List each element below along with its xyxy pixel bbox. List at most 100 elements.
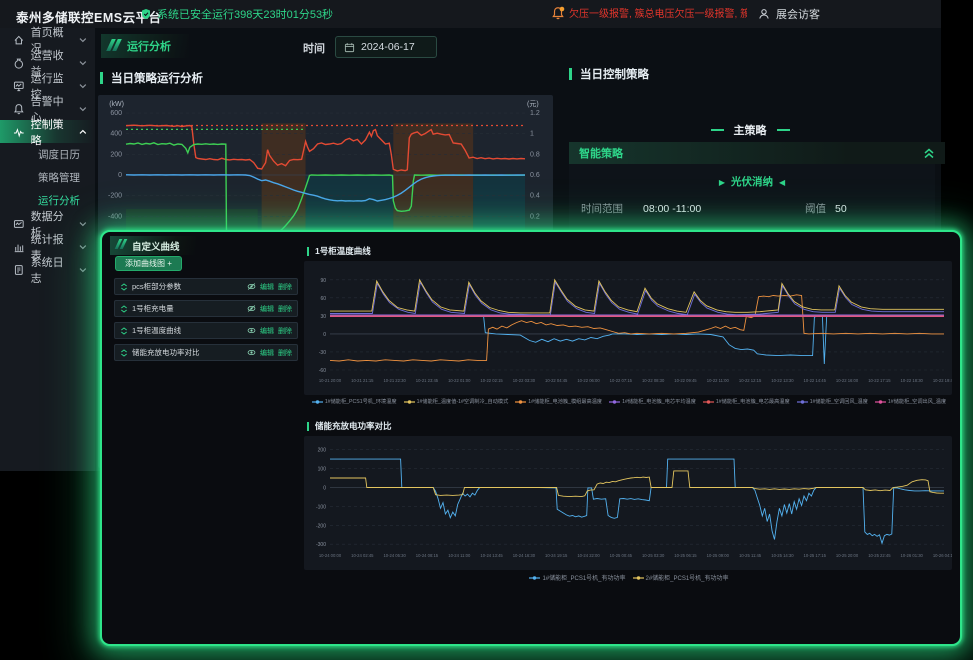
sidebar-item-控制策略[interactable]: 控制策略 bbox=[0, 120, 95, 143]
main-strategy-label: 主策略 bbox=[565, 122, 935, 138]
svg-text:0: 0 bbox=[323, 485, 326, 491]
curve-name: 储能充放电功率对比 bbox=[132, 347, 243, 358]
svg-text:10-21 23:45: 10-21 23:45 bbox=[416, 378, 439, 383]
svg-text:10-26 04:15: 10-26 04:15 bbox=[933, 553, 952, 558]
data-icon bbox=[13, 218, 25, 230]
delete-button[interactable]: 删除 bbox=[278, 304, 292, 314]
curve-list-item[interactable]: 1号柜温度曲线 编辑删除 bbox=[114, 322, 298, 339]
threshold-label: 阈值 bbox=[805, 201, 835, 216]
collapse-double-chevron-icon[interactable] bbox=[923, 148, 935, 159]
curve-name: 1号柜温度曲线 bbox=[132, 325, 243, 336]
title-accent-bar bbox=[100, 72, 103, 84]
drag-handle-icon[interactable] bbox=[120, 349, 128, 357]
legend-marker bbox=[515, 399, 526, 405]
svg-text:10-25 03:30: 10-25 03:30 bbox=[642, 553, 665, 558]
scrolling-alert-text[interactable]: 欠压一级报警, 簇总电压欠压一级报警, 簇SO bbox=[569, 5, 747, 20]
chevron-up-icon bbox=[79, 129, 87, 135]
delete-button[interactable]: 删除 bbox=[278, 282, 292, 292]
legend-item[interactable]: 1#储能柜_空调出风_温度 bbox=[875, 398, 946, 405]
top-bar: 泰州多储联控EMS云平台 系统已安全运行398天23时01分53秒 欠压一级报警… bbox=[0, 0, 941, 29]
shield-icon bbox=[140, 8, 152, 20]
legend-label: 1#储能柜_空调回风_温度 bbox=[810, 398, 868, 405]
svg-text:0.8: 0.8 bbox=[530, 151, 540, 158]
svg-text:-60: -60 bbox=[319, 368, 326, 374]
add-curve-chart-button[interactable]: 添加曲线图 + bbox=[115, 256, 182, 271]
tab-custom-curve[interactable]: 自定义曲线 bbox=[110, 236, 196, 255]
legend-item[interactable]: 1#储能柜_空调回风_温度 bbox=[797, 398, 868, 405]
curve-list-item[interactable]: 1号柜充电量 编辑删除 bbox=[114, 300, 298, 317]
sidebar-subitem-调度日历[interactable]: 调度日历 bbox=[0, 143, 95, 166]
triangle-right-icon: ▶ bbox=[719, 178, 725, 187]
alarm-area[interactable]: 欠压一级报警, 簇总电压欠压一级报警, 簇SO bbox=[551, 5, 747, 20]
svg-text:10-24 11:00: 10-24 11:00 bbox=[448, 553, 471, 558]
strategy-run-chart: 6001.240012000.800.6-2000.4-4000.2-6000(… bbox=[98, 95, 553, 245]
legend-item[interactable]: 1#储能柜_电池簇_电芯平均温度 bbox=[609, 398, 696, 405]
svg-text:10-24 00:00: 10-24 00:00 bbox=[319, 553, 342, 558]
eye-icon[interactable] bbox=[247, 348, 256, 357]
svg-text:200: 200 bbox=[110, 151, 122, 158]
edit-button[interactable]: 编辑 bbox=[260, 282, 274, 292]
report-icon bbox=[13, 241, 25, 253]
title-accent-bar bbox=[307, 247, 309, 256]
svg-text:-30: -30 bbox=[319, 350, 326, 356]
date-picker[interactable]: 2024-06-17 bbox=[335, 36, 437, 58]
power-chart-legend: 1#储能柜_PCS1号机_有功功率 2#储能柜_PCS1号机_有功功率 bbox=[304, 573, 954, 582]
time-label: 时间 bbox=[303, 40, 325, 56]
monitor-icon bbox=[13, 80, 25, 92]
delete-button[interactable]: 删除 bbox=[278, 326, 292, 336]
drag-handle-icon[interactable] bbox=[120, 305, 128, 313]
uptime-text: 系统已安全运行398天23时01分53秒 bbox=[157, 6, 333, 22]
eye-off-icon[interactable] bbox=[247, 304, 256, 313]
log-icon bbox=[13, 264, 25, 276]
eye-off-icon[interactable] bbox=[247, 282, 256, 291]
curve-name: pcs柜部分参数 bbox=[132, 281, 243, 292]
legend-marker bbox=[312, 399, 323, 405]
svg-text:10-22 16:00: 10-22 16:00 bbox=[836, 378, 859, 383]
svg-text:10-22 17:15: 10-22 17:15 bbox=[868, 378, 891, 383]
control-panel-title: 当日控制策略 bbox=[569, 66, 649, 82]
user-name: 展会访客 bbox=[776, 6, 820, 22]
temp-chart-title: 1号柜温度曲线 bbox=[307, 245, 371, 257]
svg-text:10-25 06:15: 10-25 06:15 bbox=[674, 553, 697, 558]
svg-text:10-22 11:00: 10-22 11:00 bbox=[707, 378, 730, 383]
delete-button[interactable]: 删除 bbox=[278, 348, 292, 358]
legend-item[interactable]: 1#储能柜_PCS1号机_有功功率 bbox=[529, 573, 625, 582]
sidebar-item-系统日志[interactable]: 系统日志 bbox=[0, 258, 95, 281]
svg-text:0.4: 0.4 bbox=[530, 193, 540, 200]
drag-handle-icon[interactable] bbox=[120, 327, 128, 335]
curve-list-item[interactable]: 储能充放电功率对比 编辑删除 bbox=[114, 344, 298, 361]
user-icon bbox=[758, 8, 770, 20]
legend-label: 1#储能柜_空调出风_温度 bbox=[888, 398, 946, 405]
legend-marker bbox=[609, 399, 620, 405]
legend-item[interactable]: 1#储能柜_PCS1号机_环境温度 bbox=[312, 398, 397, 405]
curve-name: 1号柜充电量 bbox=[132, 303, 243, 314]
legend-item[interactable]: 1#储能柜_电池簇_模组最高温度 bbox=[515, 398, 602, 405]
legend-marker bbox=[797, 399, 808, 405]
eye-icon[interactable] bbox=[247, 326, 256, 335]
svg-text:10-22 02:15: 10-22 02:15 bbox=[480, 378, 503, 383]
sidebar-subitem-策略管理[interactable]: 策略管理 bbox=[0, 166, 95, 189]
alarm-bell-icon[interactable] bbox=[551, 6, 565, 20]
svg-text:10-21 21:15: 10-21 21:15 bbox=[351, 378, 374, 383]
legend-item[interactable]: 2#储能柜_PCS1号机_有功功率 bbox=[633, 573, 729, 582]
date-value: 2024-06-17 bbox=[361, 41, 415, 53]
uptime-status: 系统已安全运行398天23时01分53秒 bbox=[140, 6, 333, 22]
curve-list-item[interactable]: pcs柜部分参数 编辑删除 bbox=[114, 278, 298, 295]
svg-text:-200: -200 bbox=[108, 193, 122, 200]
smart-strategy-header[interactable]: 智能策略 bbox=[569, 142, 945, 164]
legend-label: 1#储能柜_PCS1号机_有功功率 bbox=[542, 573, 625, 582]
svg-text:(kW): (kW) bbox=[109, 101, 124, 108]
edit-button[interactable]: 编辑 bbox=[260, 348, 274, 358]
edit-button[interactable]: 编辑 bbox=[260, 326, 274, 336]
tab-run-analysis[interactable]: 运行分析 bbox=[101, 34, 189, 58]
svg-text:-300: -300 bbox=[316, 542, 326, 548]
strategy-row: 时间范围08:00 -11:00阈值50 bbox=[581, 201, 923, 216]
user-menu[interactable]: 展会访客 bbox=[758, 6, 820, 22]
svg-text:(元): (元) bbox=[527, 100, 539, 108]
legend-item[interactable]: 1#储能柜_电池簇_电芯最高温度 bbox=[703, 398, 790, 405]
title-accent-bar bbox=[307, 422, 309, 431]
drag-handle-icon[interactable] bbox=[120, 283, 128, 291]
legend-marker bbox=[703, 399, 714, 405]
legend-item[interactable]: 1#储能柜_温度值-1#空调制冷_自动模式 bbox=[404, 398, 509, 405]
edit-button[interactable]: 编辑 bbox=[260, 304, 274, 314]
